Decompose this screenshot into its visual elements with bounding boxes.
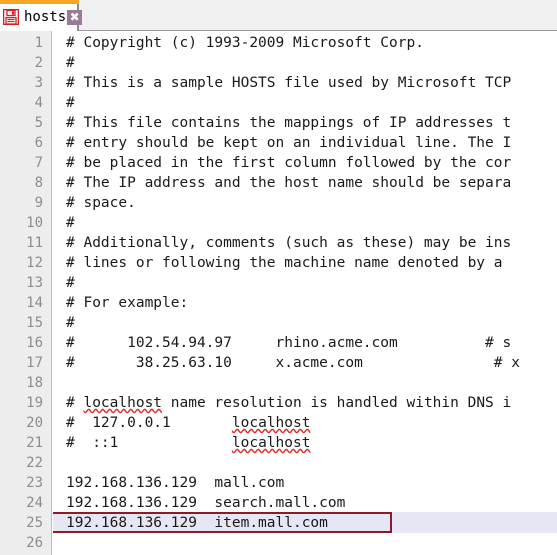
code-line-text: #: [66, 215, 75, 231]
code-line[interactable]: # The IP address and the host name shoul…: [53, 173, 557, 193]
code-line-text: # space.: [66, 195, 136, 211]
code-line-text: #: [66, 55, 75, 71]
code-line-text: # ::1 localhost: [66, 435, 311, 451]
line-number: 6: [34, 135, 43, 151]
code-line[interactable]: # be placed in the first column followed…: [53, 153, 557, 173]
line-number: 18: [26, 375, 43, 391]
line-number: 25: [26, 515, 43, 531]
line-number: 21: [26, 435, 43, 451]
line-number: 4: [34, 95, 43, 111]
code-line-text: 192.168.136.129 search.mall.com: [66, 495, 346, 511]
code-line-text: # This file contains the mappings of IP …: [66, 115, 512, 131]
code-line[interactable]: # lines or following the machine name de…: [53, 253, 557, 273]
line-number-gutter: 1 2 3 4 5 6 7 8 9 10 11 12 13 14 15 16 17 18 19 20 21 22 23 24 2…: [0, 31, 52, 555]
line-number: 10: [26, 215, 43, 231]
tab-active-accent-bar: [0, 0, 79, 4]
code-line-text: # The IP address and the host name shoul…: [66, 175, 512, 191]
code-line-text: # Additionally, comments (such as these)…: [66, 235, 512, 251]
code-line[interactable]: #: [53, 273, 557, 293]
line-number: 14: [26, 295, 43, 311]
code-line[interactable]: 192.168.136.129 search.mall.com: [53, 493, 557, 513]
hosts-file-editor-window: hosts ✖ 1 2 3 4 5 6 7 8 9 10 11 12 13 14 15 16 17 18 19 20 2…: [0, 0, 557, 555]
tab-hosts[interactable]: hosts ✖: [0, 0, 83, 31]
code-line-text: # be placed in the first column followed…: [66, 155, 512, 171]
line-number: 24: [26, 495, 43, 511]
code-line[interactable]: #: [53, 53, 557, 73]
code-line[interactable]: # This is a sample HOSTS file used by Mi…: [53, 73, 557, 93]
code-line-text: # 102.54.94.97 rhino.acme.com # s: [66, 335, 512, 351]
line-number: 22: [26, 455, 43, 471]
code-line-text: # Copyright (c) 1993-2009 Microsoft Corp…: [66, 35, 424, 51]
line-number: 12: [26, 255, 43, 271]
line-number: 5: [34, 115, 43, 131]
code-line[interactable]: #: [53, 93, 557, 113]
code-line[interactable]: # localhost name resolution is handled w…: [53, 393, 557, 413]
line-number: 3: [34, 75, 43, 91]
line-number: 16: [26, 335, 43, 351]
line-number: 7: [34, 155, 43, 171]
close-icon[interactable]: ✖: [67, 9, 83, 25]
line-number: 13: [26, 275, 43, 291]
code-line[interactable]: [53, 453, 557, 473]
code-line[interactable]: # entry should be kept on an individual …: [53, 133, 557, 153]
line-number: 2: [34, 55, 43, 71]
code-line-text: # This is a sample HOSTS file used by Mi…: [66, 75, 512, 91]
line-number: 20: [26, 415, 43, 431]
code-line-text: # 38.25.63.10 x.acme.com # x: [66, 355, 520, 371]
line-number: 8: [34, 175, 43, 191]
code-line[interactable]: #: [53, 313, 557, 333]
code-line[interactable]: # Additionally, comments (such as these)…: [53, 233, 557, 253]
code-line[interactable]: # ::1 localhost: [53, 433, 557, 453]
line-number: 9: [34, 195, 43, 211]
line-number: 11: [26, 235, 43, 251]
code-line[interactable]: 192.168.136.129 mall.com: [53, 473, 557, 493]
code-line[interactable]: # For example:: [53, 293, 557, 313]
line-number: 15: [26, 315, 43, 331]
code-line-text: # 127.0.0.1 localhost: [66, 415, 311, 431]
code-line-text: # For example:: [66, 295, 189, 311]
code-line-text: # localhost name resolution is handled w…: [66, 395, 512, 411]
code-line[interactable]: # 127.0.0.1 localhost: [53, 413, 557, 433]
tab-bar: hosts ✖: [0, 0, 557, 31]
code-line-text: # entry should be kept on an individual …: [66, 135, 512, 151]
watermark: CSDN @缘嘉菌: [413, 551, 539, 555]
line-number: 19: [26, 395, 43, 411]
code-line[interactable]: # Copyright (c) 1993-2009 Microsoft Corp…: [53, 33, 557, 53]
editor-body[interactable]: 1 2 3 4 5 6 7 8 9 10 11 12 13 14 15 16 17 18 19 20 21 22 23 24 2…: [0, 31, 557, 555]
active-line-focus-box: [53, 512, 392, 533]
code-line-text: 192.168.136.129 mall.com: [66, 475, 285, 491]
code-line-text: #: [66, 95, 75, 111]
tab-label: hosts: [24, 9, 67, 25]
code-line-text: # lines or following the machine name de…: [66, 255, 503, 271]
code-line[interactable]: [53, 533, 557, 553]
code-line[interactable]: [53, 373, 557, 393]
code-line[interactable]: # This file contains the mappings of IP …: [53, 113, 557, 133]
line-number: 17: [26, 355, 43, 371]
line-number: 23: [26, 475, 43, 491]
line-number: 26: [26, 535, 43, 551]
save-floppy-icon: [3, 9, 19, 25]
line-number: 1: [34, 35, 43, 51]
code-area[interactable]: # Copyright (c) 1993-2009 Microsoft Corp…: [53, 31, 557, 555]
code-line[interactable]: # 38.25.63.10 x.acme.com # x: [53, 353, 557, 373]
code-line[interactable]: # space.: [53, 193, 557, 213]
code-line-text: #: [66, 275, 75, 291]
code-line[interactable]: #: [53, 213, 557, 233]
code-line-text: #: [66, 315, 75, 331]
code-line[interactable]: # 102.54.94.97 rhino.acme.com # s: [53, 333, 557, 353]
